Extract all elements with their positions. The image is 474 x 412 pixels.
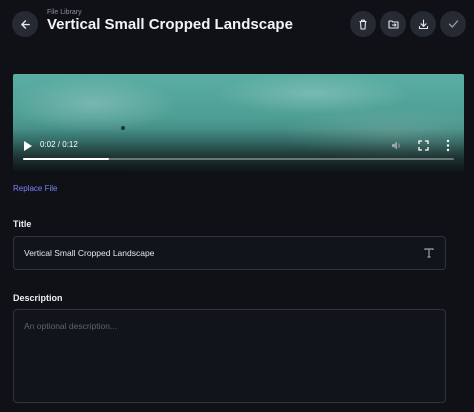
- breadcrumb[interactable]: File Library: [47, 9, 82, 16]
- save-button[interactable]: [440, 11, 466, 37]
- trash-icon: [359, 19, 367, 30]
- video-progress-track[interactable]: [23, 158, 454, 160]
- page-title: Vertical Small Cropped Landscape: [47, 16, 293, 33]
- video-progress-fill: [23, 158, 110, 160]
- more-options-icon[interactable]: [445, 139, 451, 152]
- video-player[interactable]: 0:02 / 0:12: [13, 74, 464, 171]
- header-actions: [350, 11, 466, 37]
- move-folder-button[interactable]: [380, 11, 406, 37]
- text-type-icon: [424, 248, 434, 258]
- download-icon: [418, 18, 428, 29]
- check-icon: [448, 20, 458, 28]
- fullscreen-icon[interactable]: [418, 140, 429, 151]
- folder-move-icon: [387, 20, 399, 29]
- title-field[interactable]: Vertical Small Cropped Landscape: [13, 236, 446, 270]
- description-label: Description: [13, 293, 63, 303]
- back-button[interactable]: [12, 11, 38, 37]
- video-time: 0:02 / 0:12: [40, 140, 78, 149]
- play-icon[interactable]: [23, 140, 33, 152]
- volume-icon[interactable]: [391, 140, 402, 151]
- arrow-left-icon: [20, 19, 30, 29]
- delete-button[interactable]: [350, 11, 376, 37]
- download-button[interactable]: [410, 11, 436, 37]
- description-placeholder[interactable]: An optional description...: [24, 321, 117, 331]
- description-field[interactable]: An optional description...: [13, 309, 446, 403]
- replace-file-link[interactable]: Replace File: [13, 184, 57, 193]
- header: File Library Vertical Small Cropped Land…: [0, 0, 474, 50]
- title-input[interactable]: Vertical Small Cropped Landscape: [24, 248, 154, 258]
- title-label: Title: [13, 219, 32, 229]
